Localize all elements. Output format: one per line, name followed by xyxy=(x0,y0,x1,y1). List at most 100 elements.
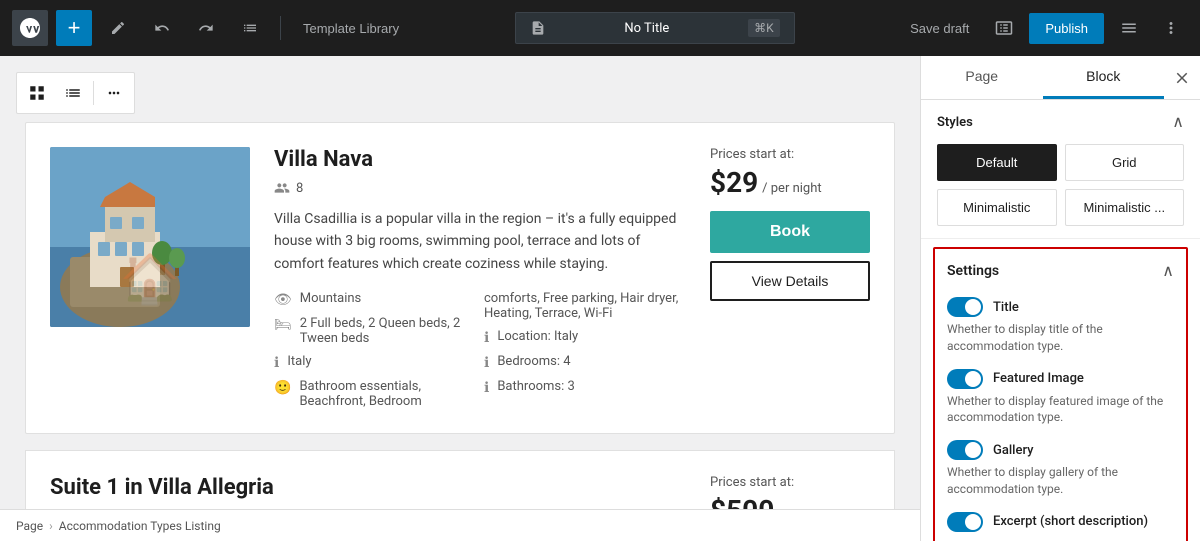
featured-image-toggle[interactable] xyxy=(947,369,983,389)
grid-view-icon xyxy=(28,84,46,102)
info-icon-3: ℹ xyxy=(484,380,489,396)
settings-icon xyxy=(1120,19,1138,37)
featured-image-toggle-row: Featured Image Whether to display featur… xyxy=(947,369,1174,427)
feature-location: Italy xyxy=(287,354,311,369)
info-icon-1: ℹ xyxy=(484,330,489,346)
card-inner: Villa Nava 8 Villa Csadillia is a popula… xyxy=(50,147,870,409)
wp-logo xyxy=(12,10,48,46)
card-pricing: Prices start at: $29 / per night Book Vi… xyxy=(710,147,870,409)
preview-icon xyxy=(995,19,1013,37)
amenities-icon: 🙂 xyxy=(274,380,291,396)
accommodation-card-2: Suite 1 in Villa Allegria 6 280m² Prices… xyxy=(25,450,895,509)
view-details-button[interactable]: View Details xyxy=(710,261,870,301)
excerpt-label-row: Excerpt (short description) xyxy=(947,512,1174,532)
book-button[interactable]: Book xyxy=(710,211,870,253)
style-minimalistic-button[interactable]: Minimalistic xyxy=(937,189,1057,226)
more-icon xyxy=(1162,19,1180,37)
feature-row-8: ℹ Bathrooms: 3 xyxy=(484,379,686,396)
title-toggle-label: Title xyxy=(993,300,1019,315)
edit-button[interactable] xyxy=(100,10,136,46)
card2-pricing: Prices start at: $500 / per night xyxy=(710,475,870,509)
feature-row-6: ℹ Location: Italy xyxy=(484,329,686,346)
feature-row-7: ℹ Bedrooms: 4 xyxy=(484,354,686,371)
price-amount: $29 xyxy=(710,166,758,199)
publish-button[interactable]: Publish xyxy=(1029,13,1104,44)
post-title-shortcut: ⌘K xyxy=(748,19,780,37)
card-title: Villa Nava xyxy=(274,147,686,172)
post-title-area[interactable]: No Title ⌘K xyxy=(515,12,795,44)
settings-section-header: Settings ∧ xyxy=(947,261,1174,281)
tab-block[interactable]: Block xyxy=(1043,56,1165,99)
title-toggle[interactable] xyxy=(947,297,983,317)
settings-collapse-button[interactable]: ∧ xyxy=(1162,261,1174,281)
canvas-wrapper: Villa Nava 8 Villa Csadillia is a popula… xyxy=(0,56,920,541)
feature-location-detail: Location: Italy xyxy=(497,329,578,344)
wordpress-icon xyxy=(18,16,42,40)
card2-price-amount: $500 xyxy=(710,494,774,509)
top-bar: + Template Library No Title ⌘K Save draf… xyxy=(0,0,1200,56)
feature-row-4: 🙂 Bathroom essentials, Beachfront, Bedro… xyxy=(274,379,476,409)
card-image xyxy=(50,147,250,327)
block-view-grid-button[interactable] xyxy=(21,77,53,109)
gallery-label: Gallery xyxy=(993,443,1034,458)
settings-section: Settings ∧ Title Whether to display titl… xyxy=(933,247,1188,541)
capacity-value: 8 xyxy=(296,181,303,196)
accommodation-card-1: Villa Nava 8 Villa Csadillia is a popula… xyxy=(25,122,895,434)
settings-button[interactable] xyxy=(1112,13,1146,43)
feature-beds: 2 Full beds, 2 Queen beds, 2 Tween beds xyxy=(300,316,476,346)
breadcrumb-page[interactable]: Page xyxy=(16,519,43,533)
style-default-button[interactable]: Default xyxy=(937,144,1057,181)
add-block-button[interactable]: + xyxy=(56,10,92,46)
preview-button[interactable] xyxy=(987,13,1021,43)
undo-button[interactable] xyxy=(144,10,180,46)
right-panel: Page Block Styles ∧ Default Grid Minimal… xyxy=(920,56,1200,541)
title-toggle-row: Title Whether to display title of the ac… xyxy=(947,297,1174,355)
canvas-scroll[interactable]: Villa Nava 8 Villa Csadillia is a popula… xyxy=(0,56,920,509)
settings-label: Settings xyxy=(947,263,999,279)
featured-image-desc: Whether to display featured image of the… xyxy=(947,393,1174,427)
more-options-button[interactable] xyxy=(1154,13,1188,43)
features-left: 👁 Mountains 🛏 2 Full beds, 2 Queen beds,… xyxy=(274,291,476,409)
panel-close-button[interactable] xyxy=(1164,56,1200,99)
block-toolbar xyxy=(16,72,135,114)
feature-row-1: 👁 Mountains xyxy=(274,291,476,308)
style-minimalistic2-button[interactable]: Minimalistic ... xyxy=(1065,189,1185,226)
card-description: Villa Csadillia is a popular villa in th… xyxy=(274,208,686,275)
styles-collapse-button[interactable]: ∧ xyxy=(1172,112,1184,132)
feature-bathrooms: Bathrooms: 3 xyxy=(497,379,574,394)
feature-row-2: 🛏 2 Full beds, 2 Queen beds, 2 Tween bed… xyxy=(274,316,476,346)
redo-button[interactable] xyxy=(188,10,224,46)
price-per: / per night xyxy=(762,181,821,196)
gallery-toggle-row: Gallery Whether to display gallery of th… xyxy=(947,440,1174,498)
bed-icon: 🛏 xyxy=(274,317,292,333)
breadcrumb-item[interactable]: Accommodation Types Listing xyxy=(59,519,221,533)
gallery-toggle[interactable] xyxy=(947,440,983,460)
feature-row-5: comforts, Free parking, Hair dryer, Heat… xyxy=(484,291,686,321)
styles-label: Styles xyxy=(937,115,973,130)
featured-image-label-row: Featured Image xyxy=(947,369,1174,389)
card2-title: Suite 1 in Villa Allegria xyxy=(50,475,686,500)
list-icon xyxy=(64,84,82,102)
main-layout: Villa Nava 8 Villa Csadillia is a popula… xyxy=(0,56,1200,541)
close-icon xyxy=(1173,69,1191,87)
panel-tabs: Page Block xyxy=(921,56,1200,100)
villa-illustration xyxy=(50,147,250,327)
template-library-button[interactable]: Template Library xyxy=(293,15,409,42)
card-meta: 8 xyxy=(274,180,686,196)
block-more-button[interactable] xyxy=(98,77,130,109)
styles-grid: Default Grid Minimalistic Minimalistic .… xyxy=(937,144,1184,226)
document-icon xyxy=(530,20,546,36)
block-view-list-button[interactable] xyxy=(57,77,89,109)
tab-page[interactable]: Page xyxy=(921,56,1043,99)
excerpt-toggle[interactable] xyxy=(947,512,983,532)
feature-mountains: Mountains xyxy=(300,291,361,306)
feature-bedrooms: Bedrooms: 4 xyxy=(497,354,570,369)
title-toggle-desc: Whether to display title of the accommod… xyxy=(947,321,1174,355)
more-horiz-icon xyxy=(106,85,122,101)
excerpt-toggle-row: Excerpt (short description) xyxy=(947,512,1174,532)
view-icon: 👁 xyxy=(274,292,292,308)
style-grid-button[interactable]: Grid xyxy=(1065,144,1185,181)
list-view-button[interactable] xyxy=(232,10,268,46)
info-icon-2: ℹ xyxy=(484,355,489,371)
save-draft-button[interactable]: Save draft xyxy=(900,15,979,42)
